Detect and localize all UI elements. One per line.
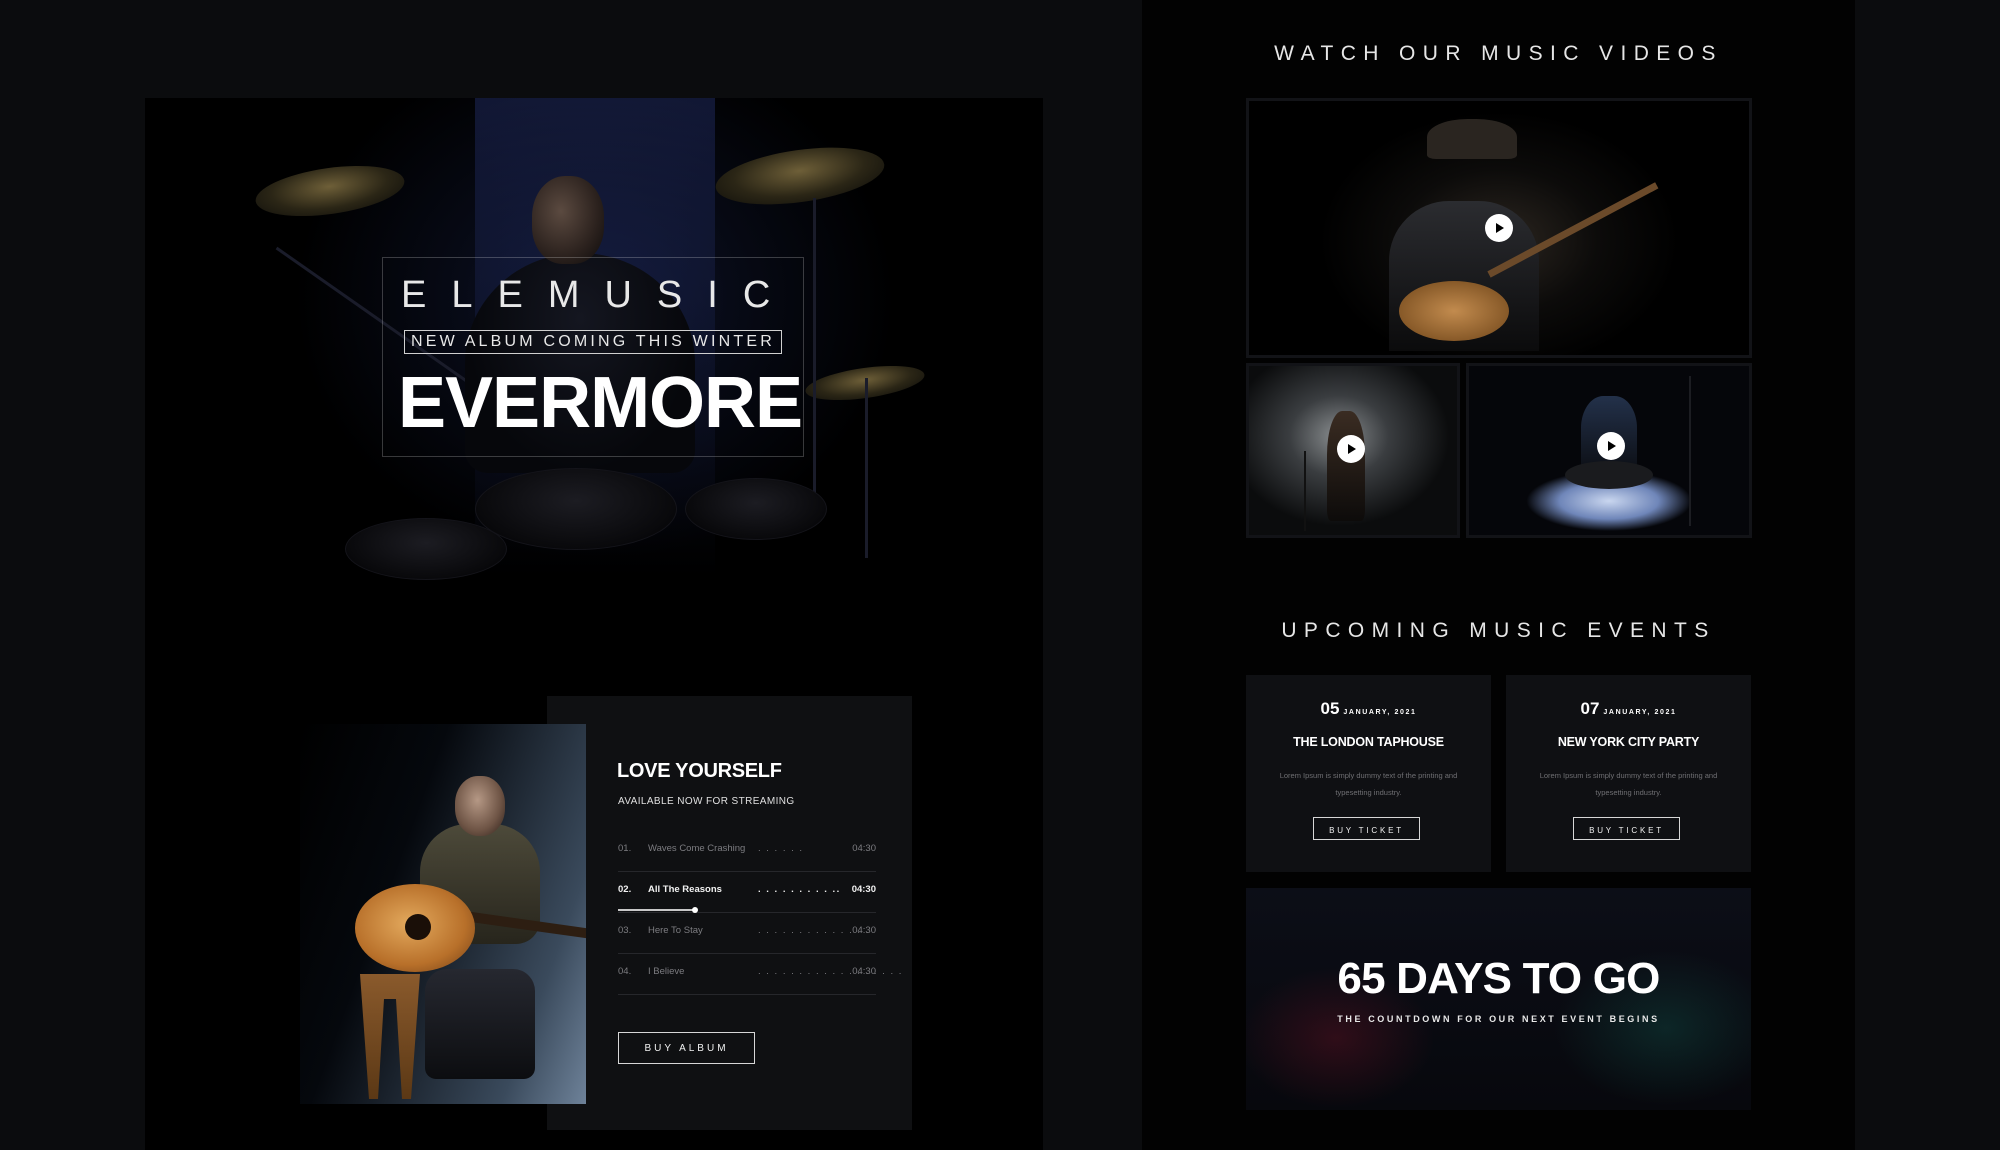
cymbal-left [252, 157, 408, 225]
brand-title: ELEMUSIC [401, 274, 796, 316]
track-duration: 04:30 [851, 884, 876, 895]
video-thumbnail-singer[interactable] [1246, 363, 1460, 538]
event-name: THE LONDON TAPHOUSE [1293, 735, 1444, 749]
drum-kit [475, 468, 677, 550]
video-thumbnail-guitarist[interactable] [1246, 98, 1752, 358]
track-duration: 04:30 [852, 925, 876, 936]
events-section-title: UPCOMING MUSIC EVENTS [1281, 619, 1716, 642]
videos-section-title: WATCH OUR MUSIC VIDEOS [1274, 42, 1723, 65]
track-progress-bar[interactable] [618, 907, 698, 913]
track-name: All The Reasons [648, 884, 722, 895]
left-panel: ELEMUSIC NEW ALBUM COMING THIS WINTER EV… [145, 98, 1043, 1150]
event-card: 07 JANUARY, 2021 NEW YORK CITY PARTY Lore… [1506, 675, 1751, 872]
event-description: Lorem Ipsum is simply dummy text of the … [1539, 771, 1718, 797]
event-date: 05 JANUARY, 2021 [1246, 699, 1491, 719]
countdown-banner: 65 DAYS TO GO THE COUNTDOWN FOR OUR NEXT… [1246, 888, 1751, 1110]
track-number: 04. [618, 966, 632, 977]
track-duration: 04:30 [852, 843, 876, 854]
play-icon[interactable] [1337, 435, 1365, 463]
buy-album-button[interactable]: BUY ALBUM [618, 1032, 755, 1064]
track-name: Waves Come Crashing [648, 843, 746, 854]
play-icon[interactable] [1485, 214, 1513, 242]
track-row-active[interactable]: 02. All The Reasons . . . . . . . . . ..… [618, 872, 876, 913]
hat [1427, 119, 1517, 159]
countdown-headline: 65 DAYS TO GO [1337, 954, 1660, 1003]
buy-ticket-button[interactable]: BUY TICKET [1313, 817, 1420, 840]
event-name: NEW YORK CITY PARTY [1557, 735, 1700, 749]
event-month-year: JANUARY, 2021 [1343, 709, 1417, 716]
buy-ticket-button[interactable]: BUY TICKET [1573, 817, 1680, 840]
event-date: 07 JANUARY, 2021 [1506, 699, 1751, 719]
video-thumbnail-handpan[interactable] [1466, 363, 1752, 538]
event-month-year: JANUARY, 2021 [1603, 709, 1677, 716]
track-name: Here To Stay [648, 925, 703, 936]
track-duration: 04:30 [852, 966, 876, 977]
album-subtitle: AVAILABLE NOW FOR STREAMING [618, 796, 795, 807]
album-title: LOVE YOURSELF [617, 760, 782, 782]
track-number: 03. [618, 925, 632, 936]
play-icon[interactable] [1597, 432, 1625, 460]
track-dots: . . . . . . [758, 843, 804, 854]
album-cover-image [300, 724, 586, 1104]
right-panel: WATCH OUR MUSIC VIDEOS UPCOMING MUSIC EV… [1142, 0, 1855, 1150]
countdown-subtitle: THE COUNTDOWN FOR OUR NEXT EVENT BEGINS [1337, 1014, 1660, 1024]
track-dots: . . . . . . . . . . . . . . . . . . [758, 966, 903, 977]
track-row[interactable]: 04. I Believe . . . . . . . . . . . . . … [618, 954, 901, 995]
event-card: 05 JANUARY, 2021 THE LONDON TAPHOUSE Lore… [1246, 675, 1491, 872]
event-day: 05 [1320, 699, 1340, 718]
track-row[interactable]: 01. Waves Come Crashing . . . . . . 04:3… [618, 831, 876, 872]
track-number: 02. [618, 884, 632, 895]
hero-tagline: NEW ALBUM COMING THIS WINTER [404, 330, 782, 354]
track-number: 01. [618, 843, 632, 854]
track-dots: . . . . . . . . . .. [758, 884, 841, 895]
hero-album-title: EVERMORE [398, 363, 803, 443]
event-description: Lorem Ipsum is simply dummy text of the … [1279, 771, 1458, 797]
track-row[interactable]: 03. Here To Stay . . . . . . . . . . . .… [618, 913, 876, 954]
cymbal-right [712, 138, 888, 214]
event-day: 07 [1580, 699, 1600, 718]
track-name: I Believe [648, 966, 685, 977]
